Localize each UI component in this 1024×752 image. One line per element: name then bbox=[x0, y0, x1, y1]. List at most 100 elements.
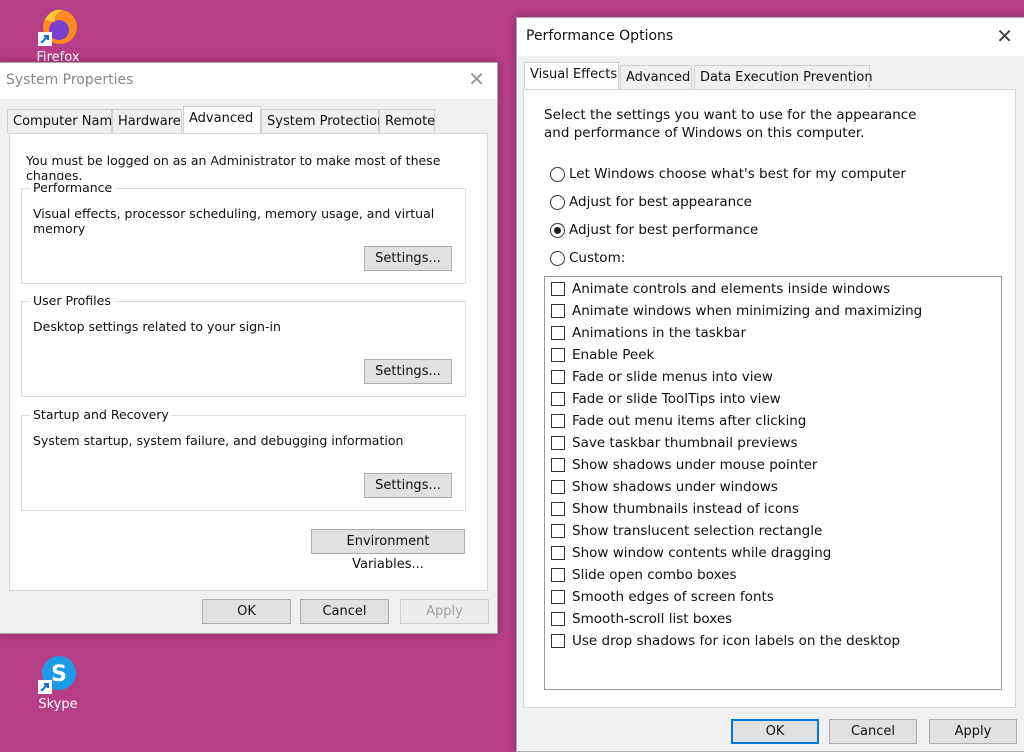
checkbox-label: Smooth-scroll list boxes bbox=[572, 611, 733, 627]
effect-checkbox-item[interactable]: Show translucent selection rectangle bbox=[551, 523, 822, 539]
ok-button[interactable]: OK bbox=[731, 719, 819, 744]
tab-strip: Computer Name Hardware Advanced System P… bbox=[7, 106, 487, 133]
checkbox-icon[interactable] bbox=[551, 502, 565, 516]
radio-label: Adjust for best appearance bbox=[569, 194, 752, 210]
tab-remote[interactable]: Remote bbox=[379, 109, 435, 133]
checkbox-icon[interactable] bbox=[551, 282, 565, 296]
checkbox-label: Use drop shadows for icon labels on the … bbox=[572, 633, 901, 649]
startup-recovery-group: Startup and Recovery System startup, sys… bbox=[21, 407, 466, 511]
close-icon[interactable]: ✕ bbox=[996, 24, 1013, 48]
checkbox-icon[interactable] bbox=[551, 634, 565, 648]
effect-checkbox-item[interactable]: Enable Peek bbox=[551, 347, 654, 363]
checkbox-icon[interactable] bbox=[551, 546, 565, 560]
checkbox-icon[interactable] bbox=[551, 304, 565, 318]
apply-button: Apply bbox=[400, 599, 489, 624]
tab-data-execution-prevention[interactable]: Data Execution Prevention bbox=[694, 65, 873, 89]
cancel-button[interactable]: Cancel bbox=[300, 599, 389, 624]
apply-button[interactable]: Apply bbox=[929, 719, 1017, 744]
effect-checkbox-item[interactable]: Use drop shadows for icon labels on the … bbox=[551, 633, 900, 649]
effect-checkbox-item[interactable]: Show shadows under mouse pointer bbox=[551, 457, 818, 473]
desktop-icon-firefox[interactable]: Firefox bbox=[23, 4, 93, 65]
checkbox-label: Enable Peek bbox=[572, 347, 655, 363]
checkbox-label: Animate windows when minimizing and maxi… bbox=[572, 303, 923, 319]
checkbox-icon[interactable] bbox=[551, 348, 565, 362]
tab-visual-effects[interactable]: Visual Effects bbox=[524, 62, 619, 89]
checkbox-icon[interactable] bbox=[551, 326, 565, 340]
checkbox-label: Animate controls and elements inside win… bbox=[572, 281, 891, 297]
effect-checkbox-item[interactable]: Fade out menu items after clicking bbox=[551, 413, 806, 429]
user-profiles-settings-button[interactable]: Settings... bbox=[364, 359, 452, 384]
tab-advanced[interactable]: Advanced bbox=[620, 65, 692, 89]
title-bar: Performance Options ✕ bbox=[517, 18, 1024, 56]
effect-checkbox-item[interactable]: Slide open combo boxes bbox=[551, 567, 737, 583]
checkbox-icon[interactable] bbox=[551, 436, 565, 450]
checkbox-icon[interactable] bbox=[551, 458, 565, 472]
checkbox-icon[interactable] bbox=[551, 590, 565, 604]
checkbox-label: Save taskbar thumbnail previews bbox=[572, 435, 798, 451]
checkbox-icon[interactable] bbox=[551, 392, 565, 406]
group-title: Performance bbox=[30, 180, 116, 195]
effect-checkbox-item[interactable]: Fade or slide ToolTips into view bbox=[551, 391, 781, 407]
tab-computer-name[interactable]: Computer Name bbox=[7, 109, 120, 133]
radio-option[interactable]: Adjust for best appearance bbox=[550, 194, 752, 210]
svg-text:S: S bbox=[51, 662, 67, 687]
system-properties-window: System Properties ✕ Computer Name Hardwa… bbox=[0, 62, 498, 634]
tab-advanced[interactable]: Advanced bbox=[183, 106, 261, 133]
checkbox-label: Show translucent selection rectangle bbox=[572, 523, 823, 539]
checkbox-icon[interactable] bbox=[551, 524, 565, 538]
radio-label: Custom: bbox=[569, 250, 626, 266]
startup-settings-button[interactable]: Settings... bbox=[364, 473, 452, 498]
tab-system-protection[interactable]: System Protection bbox=[261, 109, 385, 133]
radio-label: Adjust for best performance bbox=[569, 222, 759, 238]
performance-group: Performance Visual effects, processor sc… bbox=[21, 180, 466, 284]
group-desc: System startup, system failure, and debu… bbox=[33, 433, 404, 448]
effects-list[interactable]: Animate controls and elements inside win… bbox=[544, 276, 1002, 690]
checkbox-icon[interactable] bbox=[551, 612, 565, 626]
admin-note: You must be logged on as an Administrato… bbox=[26, 153, 441, 183]
effect-checkbox-item[interactable]: Show window contents while dragging bbox=[551, 545, 831, 561]
desktop-icon-skype[interactable]: S Skype bbox=[23, 652, 93, 717]
checkbox-icon[interactable] bbox=[551, 480, 565, 494]
effect-checkbox-item[interactable]: Smooth edges of screen fonts bbox=[551, 589, 774, 605]
ok-button[interactable]: OK bbox=[202, 599, 291, 624]
advanced-panel: You must be logged on as an Administrato… bbox=[9, 133, 488, 591]
checkbox-icon[interactable] bbox=[551, 370, 565, 384]
effect-checkbox-item[interactable]: Show thumbnails instead of icons bbox=[551, 501, 799, 517]
window-title: Performance Options bbox=[526, 28, 674, 44]
performance-options-window: Performance Options ✕ Visual Effects Adv… bbox=[516, 17, 1024, 752]
effect-checkbox-item[interactable]: Fade or slide menus into view bbox=[551, 369, 773, 385]
checkbox-label: Show window contents while dragging bbox=[572, 545, 832, 561]
radio-button-icon[interactable] bbox=[550, 222, 565, 238]
checkbox-label: Show thumbnails instead of icons bbox=[572, 501, 799, 517]
window-title: System Properties bbox=[6, 72, 134, 88]
effect-checkbox-item[interactable]: Show shadows under windows bbox=[551, 479, 778, 495]
checkbox-label: Slide open combo boxes bbox=[572, 567, 737, 583]
tab-hardware[interactable]: Hardware bbox=[112, 109, 182, 133]
group-title: Startup and Recovery bbox=[30, 407, 172, 422]
cancel-button[interactable]: Cancel bbox=[829, 719, 917, 744]
performance-settings-button[interactable]: Settings... bbox=[364, 246, 452, 271]
effect-checkbox-item[interactable]: Animations in the taskbar bbox=[551, 325, 746, 341]
effect-checkbox-item[interactable]: Save taskbar thumbnail previews bbox=[551, 435, 798, 451]
checkbox-icon[interactable] bbox=[551, 568, 565, 582]
skype-label: Skype bbox=[38, 697, 78, 712]
firefox-icon bbox=[38, 9, 77, 46]
radio-option[interactable]: Let Windows choose what's best for my co… bbox=[550, 166, 906, 182]
checkbox-label: Fade or slide ToolTips into view bbox=[572, 391, 781, 407]
radio-button-icon[interactable] bbox=[550, 250, 565, 266]
environment-variables-button[interactable]: Environment Variables... bbox=[311, 529, 465, 572]
intro-text: Select the settings you want to use for … bbox=[544, 107, 917, 141]
effect-checkbox-item[interactable]: Animate controls and elements inside win… bbox=[551, 281, 890, 297]
user-profiles-group: User Profiles Desktop settings related t… bbox=[21, 293, 466, 397]
effect-checkbox-item[interactable]: Animate windows when minimizing and maxi… bbox=[551, 303, 922, 319]
tab-strip: Visual Effects Advanced Data Execution P… bbox=[524, 62, 1004, 89]
radio-button-icon[interactable] bbox=[550, 166, 565, 182]
effect-checkbox-item[interactable]: Smooth-scroll list boxes bbox=[551, 611, 732, 627]
radio-button-icon[interactable] bbox=[550, 194, 565, 210]
close-icon[interactable]: ✕ bbox=[468, 67, 485, 91]
skype-icon: S bbox=[38, 656, 76, 694]
radio-option[interactable]: Adjust for best performance bbox=[550, 222, 758, 238]
radio-option[interactable]: Custom: bbox=[550, 250, 625, 266]
group-desc: Desktop settings related to your sign-in bbox=[33, 319, 281, 334]
checkbox-icon[interactable] bbox=[551, 414, 565, 428]
